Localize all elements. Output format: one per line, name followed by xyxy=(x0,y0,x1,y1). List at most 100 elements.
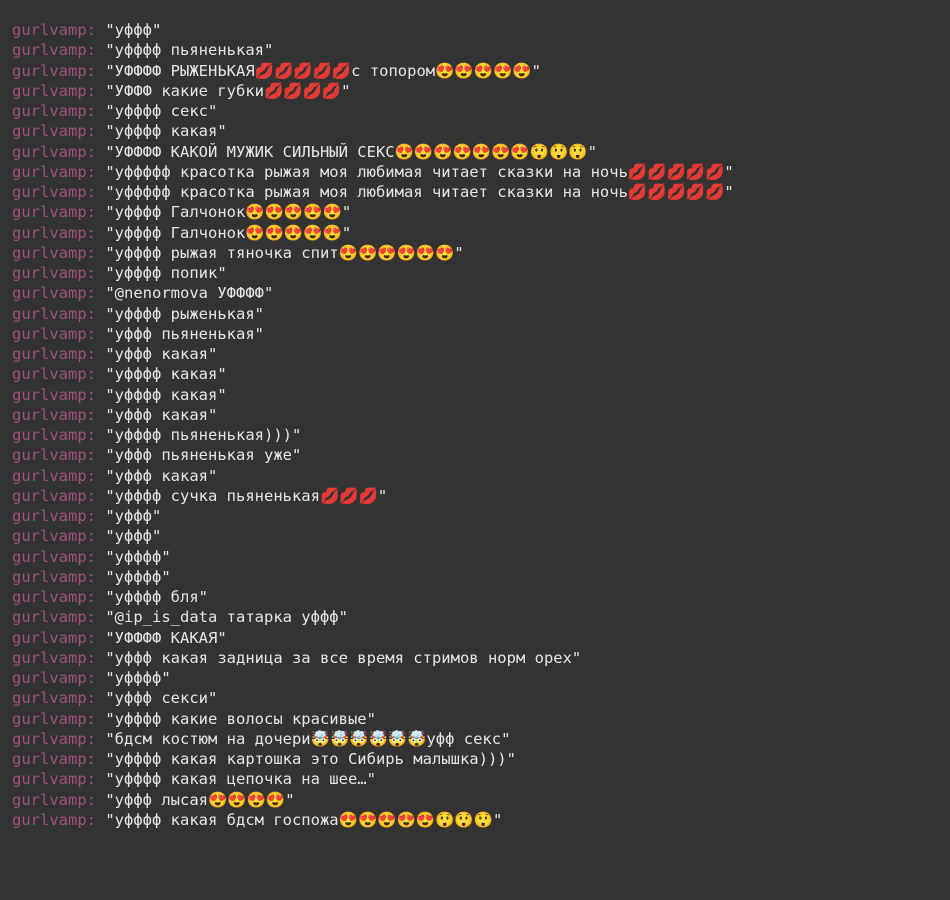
log-separator: : xyxy=(86,243,96,262)
log-message: "уфффф какие волосы красивые" xyxy=(105,709,376,728)
log-line: gurlvamp: "уффффф красотка рыжая моя люб… xyxy=(12,162,942,182)
log-separator: : xyxy=(86,61,96,80)
log-username: gurlvamp xyxy=(12,648,87,667)
log-message: "уфффф пьяненькая" xyxy=(105,41,274,60)
log-separator: : xyxy=(86,41,96,60)
log-message: "уфффф" xyxy=(105,669,171,687)
log-separator: : xyxy=(86,183,96,201)
log-separator: : xyxy=(86,648,96,667)
log-line: gurlvamp: "уфффф какие волосы красивые" xyxy=(12,709,942,729)
log-separator: : xyxy=(86,628,96,647)
log-username: gurlvamp xyxy=(12,203,87,222)
log-username: gurlvamp xyxy=(12,41,87,60)
log-username: gurlvamp xyxy=(12,669,87,687)
log-message: "уфффф пьяненькая)))" xyxy=(105,426,302,444)
log-separator: : xyxy=(86,547,96,566)
log-username: gurlvamp xyxy=(12,486,87,505)
log-message: "уффф" xyxy=(105,507,162,525)
log-username: gurlvamp xyxy=(12,770,87,789)
log-message: "уфффф какая" xyxy=(105,122,227,141)
log-line: gurlvamp: "уффф" xyxy=(12,506,942,526)
log-line: gurlvamp: "уффф какая" xyxy=(12,466,942,486)
log-separator: : xyxy=(86,466,96,485)
log-message: "уфффф" xyxy=(105,567,171,586)
log-separator: : xyxy=(86,486,96,505)
log-line: gurlvamp: "бдсм костюм на дочери🤯🤯🤯🤯🤯🤯уф… xyxy=(12,729,942,749)
log-separator: : xyxy=(86,223,96,242)
log-message: "уффф какая" xyxy=(105,405,218,424)
log-message: "УФФФФ РЫЖЕНЬКАЯ💋💋💋💋💋с топором😍😍😍😍😍" xyxy=(105,61,541,80)
log-line: gurlvamp: "УФФФ какие губки💋💋💋💋" xyxy=(12,81,942,101)
log-line: gurlvamp: "уффф какая задница за все вре… xyxy=(12,648,942,668)
log-message: "@nenormova УФФФФ" xyxy=(105,284,274,303)
log-message: "уффф какая" xyxy=(105,466,218,485)
log-message: "уффф какая задница за все время стримов… xyxy=(105,648,582,667)
log-line: gurlvamp: "уфффф пьяненькая)))" xyxy=(12,425,942,445)
log-username: gurlvamp xyxy=(12,142,87,161)
log-message: "УФФФФ КАКОЙ МУЖИК СИЛЬНЫЙ СЕКС😍😍😍😍😍😍😍😲😲… xyxy=(105,142,597,161)
log-line: gurlvamp: "уффф секси" xyxy=(12,688,942,708)
log-username: gurlvamp xyxy=(12,547,87,566)
log-message: "уффф какая" xyxy=(105,345,218,363)
log-line: gurlvamp: "уффф пьяненькая" xyxy=(12,324,942,344)
log-username: gurlvamp xyxy=(12,790,87,809)
log-line: gurlvamp: "уфффф какая бдсм госпожа😍😍😍😍😍… xyxy=(12,810,942,830)
log-username: gurlvamp xyxy=(12,81,87,100)
log-username: gurlvamp xyxy=(12,324,87,343)
log-line: gurlvamp: "уфффф Галчонок😍😍😍😍😍" xyxy=(12,223,942,243)
log-line: gurlvamp: "уфффф" xyxy=(12,668,942,688)
log-username: gurlvamp xyxy=(12,507,87,525)
log-separator: : xyxy=(86,608,96,627)
log-username: gurlvamp xyxy=(12,405,87,424)
log-line: gurlvamp: "УФФФФ КАКАЯ" xyxy=(12,628,942,648)
log-message: "уфффф рыженькая" xyxy=(105,304,264,323)
log-message: "уффффф красотка рыжая моя любимая читае… xyxy=(105,162,734,181)
log-username: gurlvamp xyxy=(12,284,87,303)
log-separator: : xyxy=(86,122,96,141)
log-username: gurlvamp xyxy=(12,365,87,384)
log-separator: : xyxy=(86,284,96,303)
log-message: "уфффф" xyxy=(105,547,171,566)
log-message: "уфффф какая цепочка на шее…" xyxy=(105,770,376,789)
log-username: gurlvamp xyxy=(12,304,87,323)
log-separator: : xyxy=(86,507,96,525)
log-line: gurlvamp: "уфффф какая цепочка на шее…" xyxy=(12,769,942,789)
log-username: gurlvamp xyxy=(12,527,87,546)
log-separator: : xyxy=(86,264,96,282)
log-username: gurlvamp xyxy=(12,466,87,485)
log-username: gurlvamp xyxy=(12,264,87,282)
log-separator: : xyxy=(86,669,96,687)
log-username: gurlvamp xyxy=(12,689,87,708)
log-message: "уфффф Галчонок😍😍😍😍😍" xyxy=(105,203,352,222)
log-username: gurlvamp xyxy=(12,709,87,728)
log-line: gurlvamp: "уффффф красотка рыжая моя люб… xyxy=(12,182,942,202)
log-separator: : xyxy=(86,588,96,606)
log-username: gurlvamp xyxy=(12,628,87,647)
log-separator: : xyxy=(86,385,96,404)
log-username: gurlvamp xyxy=(12,567,87,586)
log-message: "уфффф рыжая тяночка спит😍😍😍😍😍😍" xyxy=(105,243,464,262)
log-username: gurlvamp xyxy=(12,810,87,829)
log-message: "уфффф сучка пьяненькая💋💋💋" xyxy=(105,486,388,505)
log-username: gurlvamp xyxy=(12,446,87,465)
log-username: gurlvamp xyxy=(12,426,87,444)
log-line: gurlvamp: "УФФФФ КАКОЙ МУЖИК СИЛЬНЫЙ СЕК… xyxy=(12,142,942,162)
log-separator: : xyxy=(86,21,96,39)
log-separator: : xyxy=(86,102,96,120)
log-username: gurlvamp xyxy=(12,21,87,39)
log-message: "уфффф какая" xyxy=(105,385,227,404)
log-separator: : xyxy=(86,709,96,728)
log-message: "уффф пьяненькая" xyxy=(105,324,264,343)
log-message: "уффф лысая😍😍😍😍" xyxy=(105,790,295,809)
log-message: "бдсм костюм на дочери🤯🤯🤯🤯🤯🤯уфф секс" xyxy=(105,729,511,748)
log-line: gurlvamp: "@ip_is_data татарка уффф" xyxy=(12,607,942,627)
log-username: gurlvamp xyxy=(12,122,87,141)
log-message: "уфффф попик" xyxy=(105,264,227,282)
log-separator: : xyxy=(86,345,96,363)
log-separator: : xyxy=(86,567,96,586)
log-username: gurlvamp xyxy=(12,223,87,242)
log-message: "уфффф Галчонок😍😍😍😍😍" xyxy=(105,223,352,242)
log-message: "УФФФФ КАКАЯ" xyxy=(105,628,227,647)
log-separator: : xyxy=(86,729,96,748)
log-message: "уфффф какая" xyxy=(105,365,227,384)
